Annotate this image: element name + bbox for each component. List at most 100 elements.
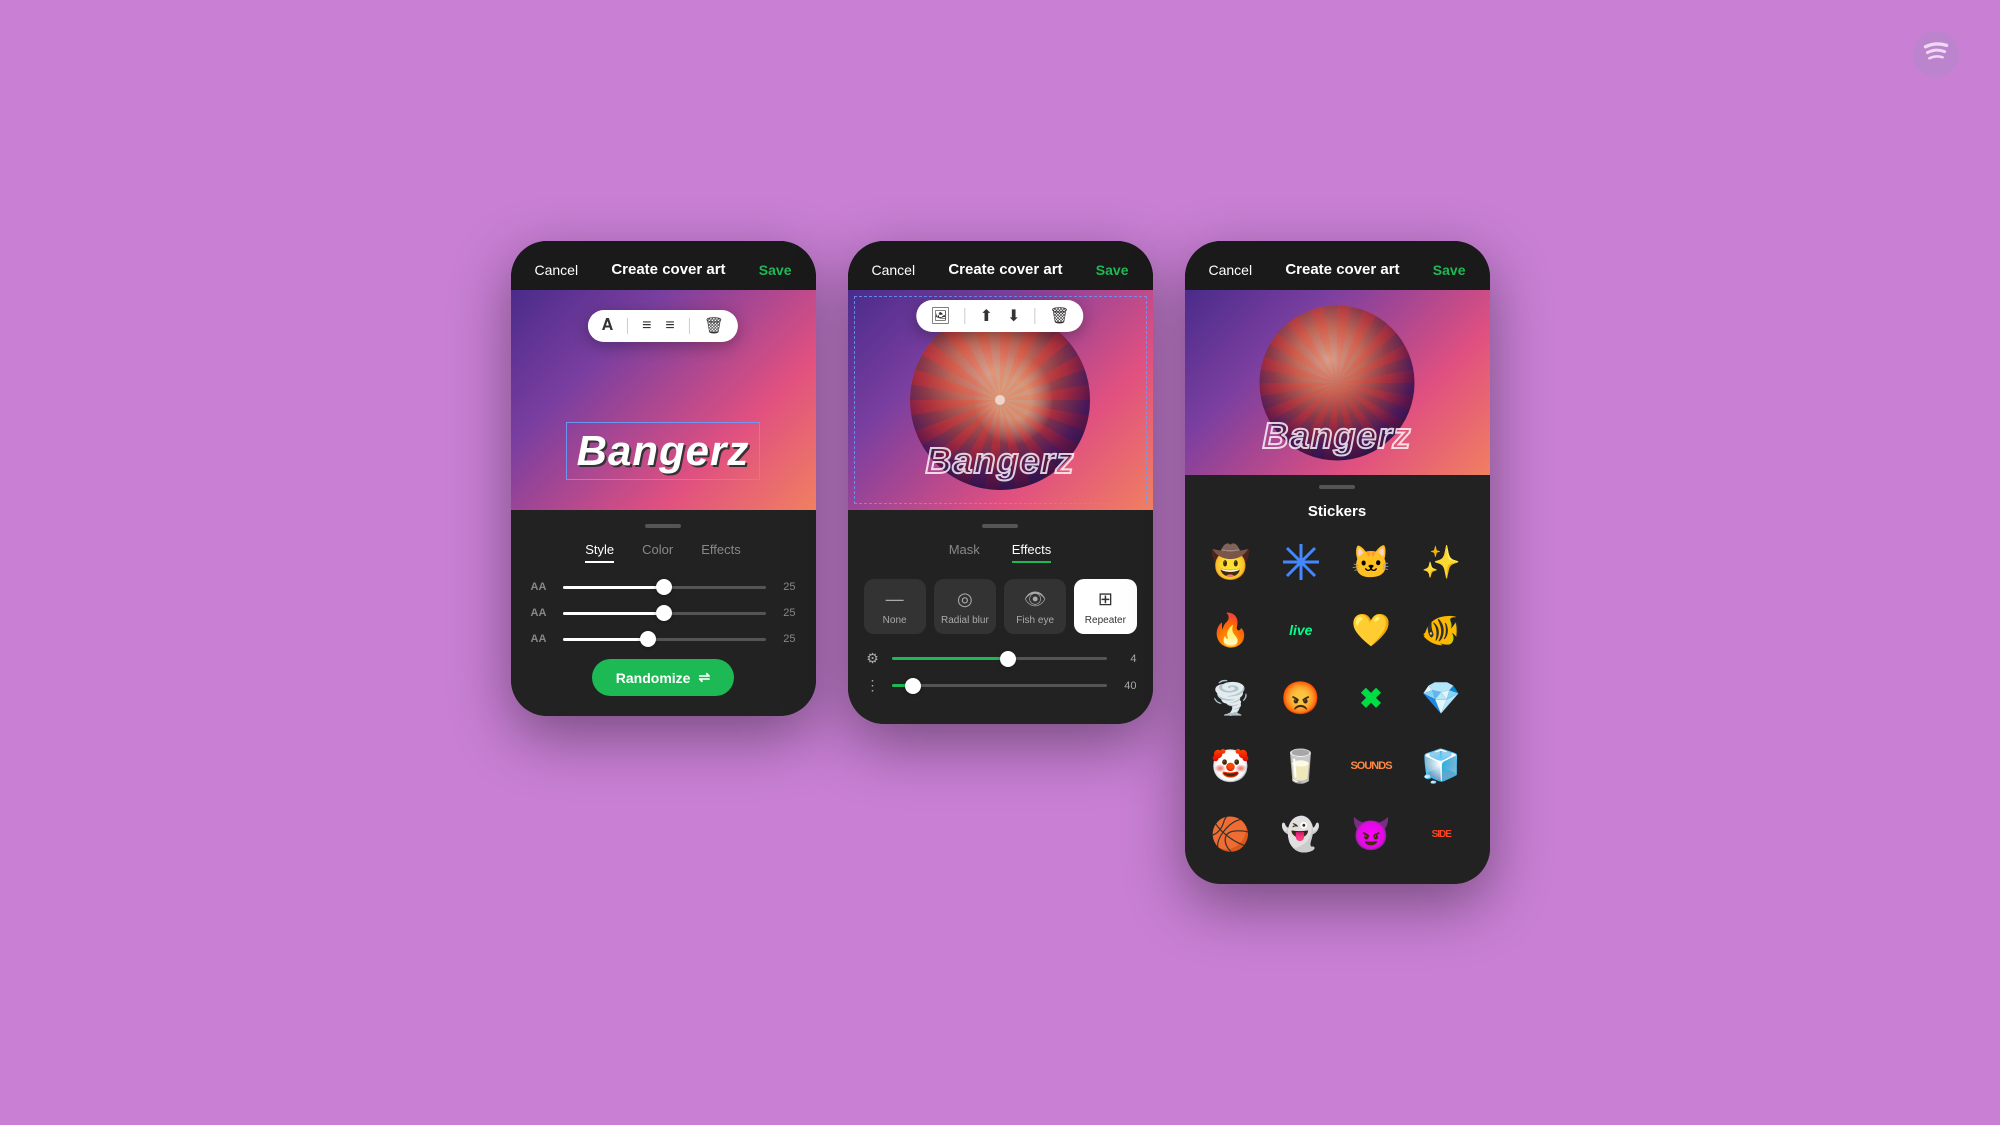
sticker-diamond[interactable]: 💎	[1411, 668, 1471, 728]
tab-color[interactable]: Color	[642, 542, 673, 563]
page-title-1: Create cover art	[611, 261, 725, 278]
tab-effects-active[interactable]: Effects	[1012, 542, 1052, 563]
sticker-heart-gold[interactable]: 💛	[1341, 600, 1401, 660]
text-format-icon[interactable]: 𝐀	[602, 317, 613, 335]
sticker-ghost[interactable]: 👻	[1271, 804, 1331, 864]
sticker-dj[interactable]: 🤠	[1201, 532, 1261, 592]
align-icon[interactable]: ≡	[642, 317, 651, 335]
effect-fish-eye[interactable]: 👁 Fish eye	[1004, 579, 1066, 634]
page-title-2: Create cover art	[948, 261, 1062, 278]
cancel-button-3[interactable]: Cancel	[1209, 262, 1253, 278]
phone-effects-header: Cancel Create cover art Save	[848, 241, 1153, 290]
align-top-icon[interactable]: ⬆	[980, 306, 993, 326]
effect-none[interactable]: — None	[864, 579, 926, 634]
none-icon: —	[886, 589, 904, 610]
cover-art-1: 𝐀 ≡ ≡ 🗑 Bangerz	[511, 290, 816, 510]
slider-label-1: AA	[531, 581, 553, 593]
style-panel: Style Color Effects AA 25 AA	[511, 510, 816, 716]
slider-fill-2	[563, 612, 665, 615]
divider4	[1034, 308, 1035, 324]
delete-icon[interactable]: 🗑	[704, 316, 724, 336]
slider-value-1: 25	[776, 581, 796, 593]
sliders-section: AA 25 AA 25 AA	[511, 581, 816, 645]
sticker-fire[interactable]: 🔥	[1201, 600, 1261, 660]
stickers-grid: 🤠 🐱 ✨ 🔥 live 💛 🐠 🌪️ 😡 ✖ 💎	[1185, 532, 1490, 864]
slider-row-3: AA 25	[531, 633, 796, 645]
sticker-fish[interactable]: 🐠	[1411, 600, 1471, 660]
sticker-sparkle[interactable]: ✨	[1411, 532, 1471, 592]
effects-panel: Mask Effects — None ◎ Radial blur 👁 Fish…	[848, 510, 1153, 724]
phone-effects: Cancel Create cover art Save 🖼 ⬆ ⬇ 🗑	[848, 241, 1153, 724]
selection-handle[interactable]	[995, 395, 1005, 405]
page-title-3: Create cover art	[1285, 261, 1399, 278]
sticker-live[interactable]: live	[1271, 600, 1331, 660]
effect-slider-1-track[interactable]	[892, 657, 1107, 660]
sticker-basketball[interactable]: 🏀	[1201, 804, 1261, 864]
sticker-bucket[interactable]: 🧊	[1411, 736, 1471, 796]
sticker-angry[interactable]: 😡	[1271, 668, 1331, 728]
slider-thumb-3[interactable]	[640, 631, 656, 647]
slider-thumb-2[interactable]	[656, 605, 672, 621]
phone-style-header: Cancel Create cover art Save	[511, 241, 816, 290]
sticker-wind[interactable]: 🌪️	[1201, 668, 1261, 728]
save-button-2[interactable]: Save	[1096, 262, 1129, 278]
phones-container: Cancel Create cover art Save 𝐀 ≡ ≡ 🗑 Ban…	[511, 241, 1490, 884]
panel-indicator-2	[982, 524, 1018, 528]
cancel-button-1[interactable]: Cancel	[535, 262, 579, 278]
effect-slider-1-fill	[892, 657, 1008, 660]
delete-img-icon[interactable]: 🗑	[1049, 306, 1069, 326]
align-bottom-icon[interactable]: ⬇	[1007, 306, 1020, 326]
randomize-label: Randomize	[616, 670, 691, 686]
slider-track-1[interactable]	[563, 586, 766, 589]
phone-style: Cancel Create cover art Save 𝐀 ≡ ≡ 🗑 Ban…	[511, 241, 816, 716]
cover-text-1[interactable]: Bangerz	[577, 427, 750, 474]
slider-track-2[interactable]	[563, 612, 766, 615]
cover-art-3: Bangerz	[1185, 290, 1490, 475]
panel-indicator	[645, 524, 681, 528]
spotify-logo	[1912, 30, 1960, 78]
cover-text-3: Bangerz	[1262, 415, 1411, 457]
effect-radial-blur[interactable]: ◎ Radial blur	[934, 579, 996, 634]
effect-radial-label: Radial blur	[941, 615, 989, 626]
sticker-pink-cat[interactable]: 🐱	[1341, 532, 1401, 592]
tab-style[interactable]: Style	[585, 542, 614, 563]
slider-label-3: AA	[531, 633, 553, 645]
tab-effects[interactable]: Effects	[701, 542, 741, 563]
sticker-sounds[interactable]: SOUNDS	[1341, 736, 1401, 796]
slider-track-3[interactable]	[563, 638, 766, 641]
randomize-button[interactable]: Randomize ⇌	[592, 659, 734, 696]
effect-repeater-label: Repeater	[1085, 615, 1126, 626]
effects-buttons: — None ◎ Radial blur 👁 Fish eye ⊞ Repeat…	[848, 579, 1153, 634]
effect-none-label: None	[883, 615, 907, 626]
divider2	[689, 318, 690, 334]
save-button-3[interactable]: Save	[1433, 262, 1466, 278]
save-button-1[interactable]: Save	[759, 262, 792, 278]
effect-slider-2-track[interactable]	[892, 684, 1107, 687]
divider	[627, 318, 628, 334]
sticker-side[interactable]: SIDE	[1411, 804, 1471, 864]
sticker-snowflake[interactable]	[1271, 532, 1331, 592]
effect-repeater[interactable]: ⊞ Repeater	[1074, 579, 1136, 634]
sticker-x-green[interactable]: ✖	[1341, 668, 1401, 728]
effect-slider-2-thumb[interactable]	[905, 678, 921, 694]
repeater-icon: ⊞	[1098, 589, 1113, 610]
divider3	[965, 308, 966, 324]
cancel-button-2[interactable]: Cancel	[872, 262, 916, 278]
effect-slider-1-thumb[interactable]	[1000, 651, 1016, 667]
slider-fill-1	[563, 586, 665, 589]
sticker-jester[interactable]: 🤡	[1201, 736, 1261, 796]
slider-thumb-1[interactable]	[656, 579, 672, 595]
sticker-milk[interactable]: 🥛	[1271, 736, 1331, 796]
stickers-panel: Stickers 🤠 🐱 ✨ 🔥 live 💛 🐠	[1185, 475, 1490, 884]
sticker-devil[interactable]: 😈	[1341, 804, 1401, 864]
image-icon[interactable]: 🖼	[930, 306, 950, 326]
tab-mask[interactable]: Mask	[949, 542, 980, 563]
slider-value-2: 25	[776, 607, 796, 619]
style-tabs: Style Color Effects	[511, 542, 816, 563]
dots-icon: ⋮	[864, 677, 882, 694]
phone-stickers-header: Cancel Create cover art Save	[1185, 241, 1490, 290]
radial-blur-icon: ◎	[957, 589, 973, 610]
text-toolbar-1[interactable]: 𝐀 ≡ ≡ 🗑	[588, 310, 738, 342]
style-icon[interactable]: ≡	[665, 317, 674, 335]
img-toolbar[interactable]: 🖼 ⬆ ⬇ 🗑	[916, 300, 1083, 332]
